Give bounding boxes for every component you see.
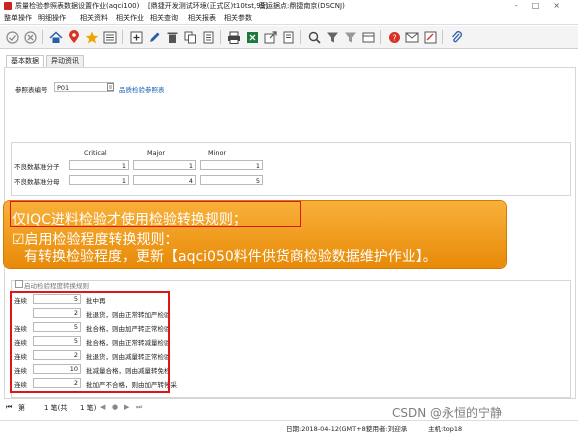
excel-icon[interactable] xyxy=(244,29,260,45)
menu-item-related-data[interactable]: 相关资料 xyxy=(80,13,108,23)
edit-icon[interactable] xyxy=(146,29,162,45)
row2-minor-input[interactable]: 5 xyxy=(200,175,263,185)
delete-icon[interactable] xyxy=(164,29,180,45)
home-icon[interactable] xyxy=(48,29,64,45)
current-page-dot[interactable]: ● xyxy=(112,403,118,411)
print-icon[interactable] xyxy=(226,29,242,45)
callout-line-3: 有转换检验程度，更新【aqci050料件供货商检验数据维护作业】。 xyxy=(24,249,437,265)
app-logo-icon xyxy=(4,2,12,10)
menu-item-related-jobs[interactable]: 相关作业 xyxy=(116,13,144,23)
next-page-button[interactable]: ▶ xyxy=(124,403,129,411)
first-page-button[interactable]: ⏮ xyxy=(6,403,12,412)
status-user: 使用者:刘迎承 xyxy=(366,425,408,433)
help-icon[interactable]: ? xyxy=(386,29,402,45)
minimize-button[interactable]: - xyxy=(515,1,532,10)
export-icon[interactable] xyxy=(262,29,278,45)
close-button[interactable]: × xyxy=(553,1,574,10)
row1-minor-input[interactable]: 1 xyxy=(200,160,263,170)
document-icon[interactable] xyxy=(280,29,296,45)
row2-major-input[interactable]: 4 xyxy=(133,175,196,185)
menu-item-related-query[interactable]: 相关查询 xyxy=(150,13,178,23)
status-date: 日期:2018-04-12(GMT+8) xyxy=(286,425,369,433)
menu-item-related-reports[interactable]: 相关报表 xyxy=(188,13,216,23)
mail-icon[interactable] xyxy=(404,29,420,45)
menu-item-related-params[interactable]: 相关参数 xyxy=(224,13,252,23)
ref-name-link[interactable]: 品质检验参照表 xyxy=(119,84,165,94)
toolbar: ? xyxy=(0,26,578,49)
page-prefix: 第 xyxy=(18,404,25,412)
copy-icon-2[interactable] xyxy=(200,29,216,45)
ref-number-input[interactable]: P01 xyxy=(54,82,114,92)
row1-major-input[interactable]: 1 xyxy=(133,160,196,170)
status-bar: 日期:2018-04-12(GMT+8) 使用者:刘迎承 主机:top18 xyxy=(0,420,578,434)
menu-item-doc-ops[interactable]: 整单操作 xyxy=(4,13,32,23)
page-count: 1 笔) xyxy=(80,404,97,412)
header-critical: Critical xyxy=(84,149,107,157)
search-icon[interactable] xyxy=(306,29,322,45)
menu-bar: 整单操作 明细操作 相关资料 相关作业 相关查询 相关报表 相关参数 xyxy=(0,12,578,25)
row2-critical-input[interactable]: 1 xyxy=(69,175,129,185)
ref-number-label: 参照表编号 xyxy=(15,86,48,94)
sort-icon[interactable] xyxy=(342,29,358,45)
rules-highlight-box xyxy=(10,291,170,393)
menu-item-detail-ops[interactable]: 明细操作 xyxy=(38,13,66,23)
header-major: Major xyxy=(147,149,166,157)
tab-basic-data[interactable]: 基本数据 xyxy=(6,55,44,67)
status-host: 主机:top18 xyxy=(428,425,463,433)
enable-rule-label: 启动检验程度转换规则 xyxy=(24,282,89,290)
watermark: CSDN @永恒的宁静 xyxy=(392,406,503,420)
window-title: 质量检验参照表数据设置作业(aqci100) xyxy=(15,2,140,10)
add-icon[interactable] xyxy=(128,29,144,45)
lookup-icon[interactable] xyxy=(107,83,114,91)
window-controls[interactable]: -□× xyxy=(515,1,574,10)
cancel-icon[interactable] xyxy=(22,29,38,45)
maximize-button[interactable]: □ xyxy=(532,1,554,10)
row1-critical-input[interactable]: 1 xyxy=(69,160,129,170)
check-icon[interactable] xyxy=(4,29,20,45)
prev-page-button[interactable]: ◀ xyxy=(100,403,105,411)
star-icon[interactable] xyxy=(84,29,100,45)
list-icon[interactable] xyxy=(102,29,118,45)
page-label: 1 笔(共 xyxy=(44,404,68,412)
copy-icon[interactable] xyxy=(182,29,198,45)
row2-label: 不良数基准分母 xyxy=(14,178,60,186)
enable-rule-checkbox[interactable] xyxy=(15,280,23,288)
pin-icon[interactable] xyxy=(422,29,438,45)
row1-label: 不良数基准分子 xyxy=(14,163,60,171)
site-label: 营运据点:鼎捷南京(DSCNJ) xyxy=(259,2,345,10)
location-pin-icon[interactable] xyxy=(66,29,82,45)
tab-change-info[interactable]: 异动资讯 xyxy=(46,55,84,67)
filter-icon[interactable] xyxy=(324,29,340,45)
attach-icon[interactable] xyxy=(448,29,464,45)
environment-label: [鼎捷开发测试环境(正式区)t10tst,99] xyxy=(148,2,268,10)
last-page-button[interactable]: ⏭ xyxy=(136,403,142,412)
header-minor: Minor xyxy=(208,149,227,157)
callout-highlight-box xyxy=(10,201,301,227)
field-icon[interactable] xyxy=(360,29,376,45)
svg-text:?: ? xyxy=(392,33,396,42)
